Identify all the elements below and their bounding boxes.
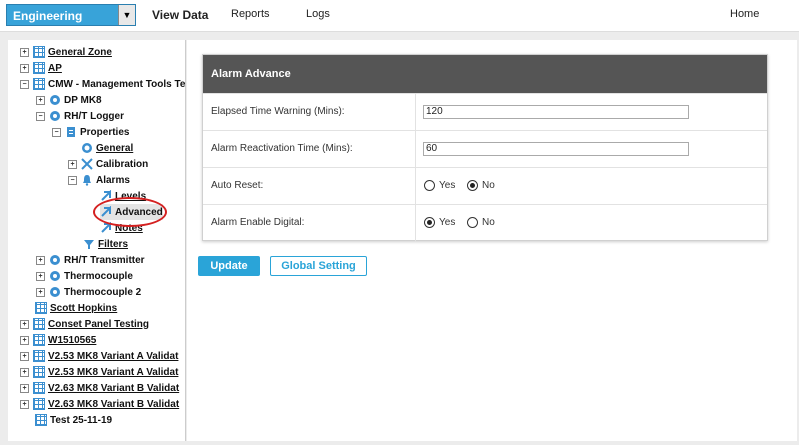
info-icon [82, 143, 92, 153]
expand-icon[interactable]: + [20, 319, 29, 329]
grid-icon [33, 366, 45, 378]
tree-item[interactable]: + AP [20, 60, 62, 76]
global-setting-button[interactable]: Global Setting [270, 256, 367, 276]
auto-reset-yes-radio[interactable]: Yes [424, 180, 455, 191]
tree-item[interactable]: + V2.63 MK8 Variant B Validat [20, 380, 179, 396]
tree-item[interactable]: + DP MK8 [36, 92, 102, 108]
tree-item[interactable]: − Alarms [68, 172, 130, 188]
grid-icon [33, 398, 45, 410]
expand-icon[interactable]: + [20, 335, 29, 345]
field-divider [415, 205, 416, 242]
expand-icon[interactable]: + [68, 159, 77, 169]
expand-icon[interactable]: + [20, 47, 29, 57]
alarm-advance-card: Alarm Advance Elapsed Time Warning (Mins… [202, 54, 768, 242]
tree-item[interactable]: + V2.63 MK8 Variant B Validat [20, 396, 179, 412]
grid-icon [35, 414, 47, 426]
chevron-down-icon[interactable]: ▼ [118, 5, 135, 25]
tree-item[interactable]: + Calibration [68, 156, 148, 172]
department-select[interactable]: Engineering ▼ [6, 4, 136, 26]
nav-logs[interactable]: Logs [306, 8, 330, 20]
nav-reports[interactable]: Reports [231, 8, 270, 20]
grid-icon [35, 302, 47, 314]
radio-checked-icon[interactable] [424, 217, 435, 228]
reactivation-input[interactable]: 60 [423, 142, 689, 156]
collapse-icon[interactable]: − [20, 79, 29, 89]
highlight-circle [93, 197, 167, 227]
nav-view-data[interactable]: View Data [152, 8, 208, 22]
expand-icon[interactable]: + [20, 399, 29, 409]
tree-item[interactable]: − CMW - Management Tools Te [20, 76, 185, 92]
auto-reset-label: Auto Reset: [211, 180, 264, 191]
bell-icon [83, 175, 91, 186]
field-divider [415, 131, 416, 168]
tree-item[interactable]: General [81, 140, 133, 156]
card-title: Alarm Advance [203, 55, 767, 93]
filter-icon [84, 240, 94, 249]
tree-item[interactable]: − RH/T Logger [36, 108, 124, 124]
expand-icon[interactable]: + [36, 255, 45, 265]
reactivation-label: Alarm Reactivation Time (Mins): [211, 143, 353, 154]
field-reactivation-time: Alarm Reactivation Time (Mins): 60 [203, 130, 767, 168]
tree-item[interactable]: Test 25-11-19 [35, 412, 112, 428]
top-bar: Engineering ▼ View Data Reports Logs Hom… [0, 0, 799, 32]
expand-icon[interactable]: + [20, 351, 29, 361]
sensor-icon [50, 255, 60, 265]
tree-item[interactable]: + V2.53 MK8 Variant A Validat [20, 348, 178, 364]
department-value: Engineering [13, 9, 83, 23]
sensor-icon [50, 287, 60, 297]
expand-icon[interactable]: + [36, 95, 45, 105]
elapsed-input[interactable]: 120 [423, 105, 689, 119]
nav-home[interactable]: Home [730, 8, 759, 20]
field-divider [415, 168, 416, 205]
tree-panel: + General Zone + AP − CMW - Management Tool… [8, 40, 186, 441]
grid-icon [33, 334, 45, 346]
grid-icon [33, 78, 45, 90]
digital-no-radio[interactable]: No [467, 217, 495, 228]
expand-icon[interactable]: + [36, 271, 45, 281]
tree-item[interactable]: + V2.53 MK8 Variant A Validat [20, 364, 178, 380]
digital-label: Alarm Enable Digital: [211, 217, 305, 228]
field-divider [415, 94, 416, 131]
collapse-icon[interactable]: − [68, 175, 77, 185]
grid-icon [33, 46, 45, 58]
grid-icon [33, 62, 45, 74]
grid-icon [33, 382, 45, 394]
sensor-icon [50, 271, 60, 281]
grid-icon [33, 318, 45, 330]
grid-icon [33, 350, 45, 362]
tree-item[interactable]: + W1510565 [20, 332, 96, 348]
sensor-icon [50, 111, 60, 121]
elapsed-label: Elapsed Time Warning (Mins): [211, 106, 345, 117]
collapse-icon[interactable]: − [36, 111, 45, 121]
radio-checked-icon[interactable] [467, 180, 478, 191]
expand-icon[interactable]: + [36, 287, 45, 297]
tools-icon [81, 158, 93, 170]
panel-divider[interactable] [185, 40, 186, 441]
collapse-icon[interactable]: − [52, 127, 61, 137]
tree-item[interactable]: + Thermocouple [36, 268, 133, 284]
tree-item[interactable]: + Thermocouple 2 [36, 284, 141, 300]
expand-icon[interactable]: + [20, 367, 29, 377]
auto-reset-no-radio[interactable]: No [467, 180, 495, 191]
update-button[interactable]: Update [198, 256, 260, 276]
document-icon [67, 127, 75, 137]
expand-icon[interactable]: + [20, 63, 29, 73]
tree-item[interactable]: Scott Hopkins [35, 300, 117, 316]
field-auto-reset: Auto Reset: Yes No [203, 167, 767, 205]
tree-item[interactable]: + RH/T Transmitter [36, 252, 145, 268]
radio-unchecked-icon[interactable] [424, 180, 435, 191]
field-elapsed-time: Elapsed Time Warning (Mins): 120 [203, 93, 767, 131]
expand-icon[interactable]: + [20, 383, 29, 393]
tree-item[interactable]: Filters [83, 236, 128, 252]
radio-unchecked-icon[interactable] [467, 217, 478, 228]
digital-yes-radio[interactable]: Yes [424, 217, 455, 228]
tree-item[interactable]: + Conset Panel Testing [20, 316, 149, 332]
tree-item[interactable]: − Properties [52, 124, 129, 140]
sensor-icon [50, 95, 60, 105]
tree-item[interactable]: + General Zone [20, 44, 112, 60]
field-alarm-enable-digital: Alarm Enable Digital: Yes No [203, 204, 767, 242]
